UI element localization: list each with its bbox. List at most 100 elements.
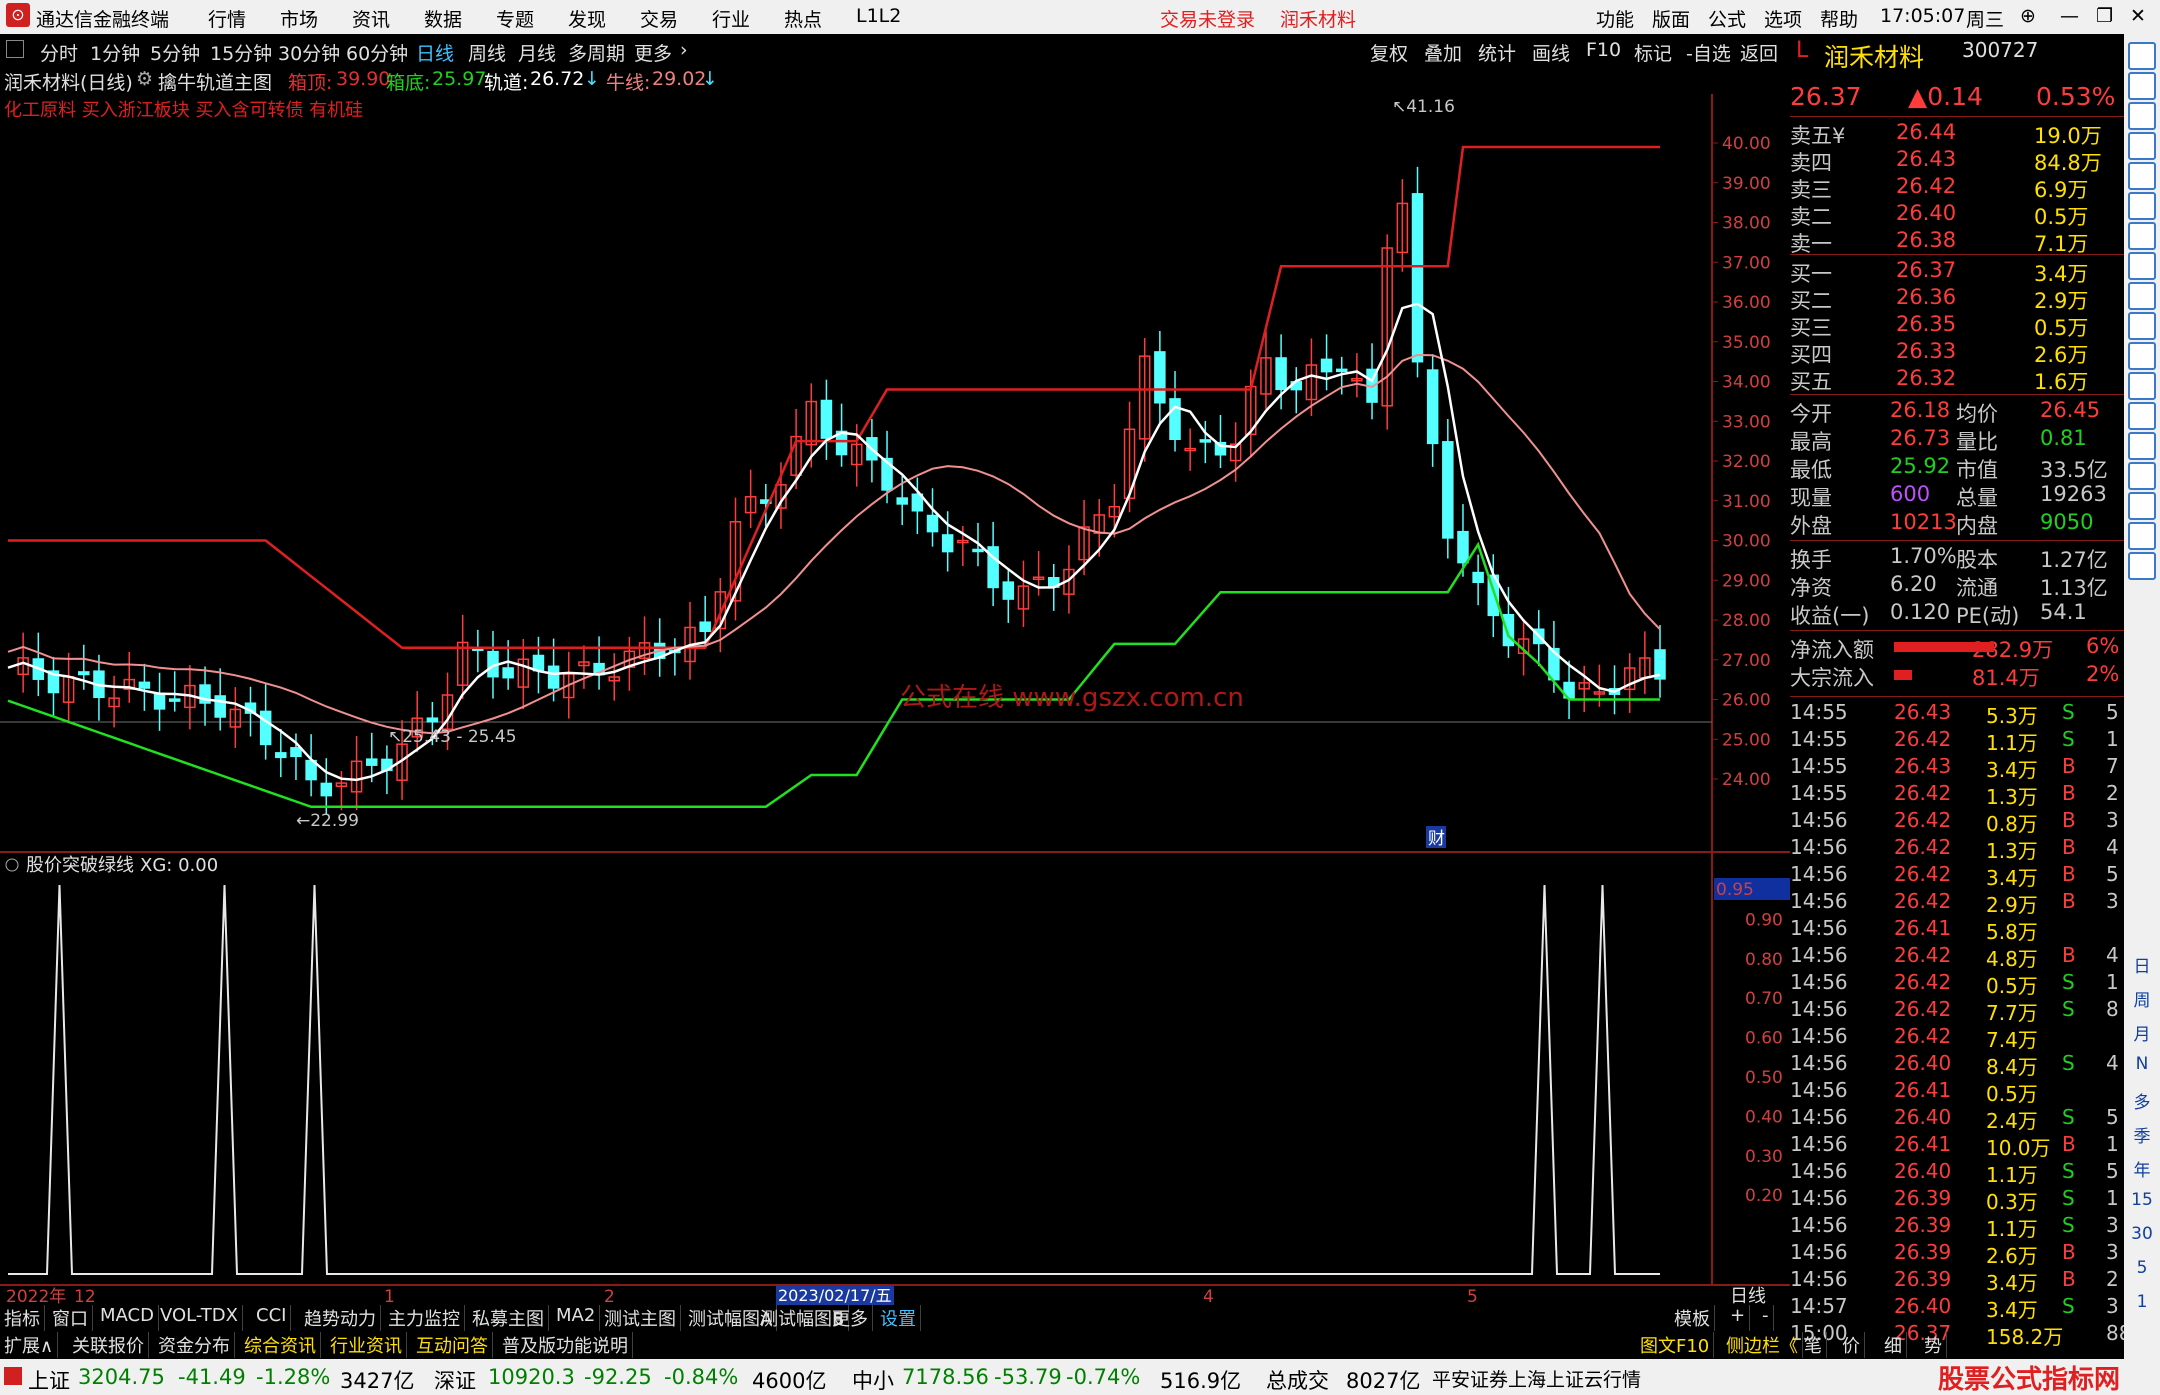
tick-row[interactable]: 14:56 26.40 1.1万 S 5 — [1790, 1159, 2124, 1187]
indicator-tab[interactable]: 更多 — [828, 1305, 873, 1331]
tick-row[interactable]: 14:55 26.43 5.3万 S 5 — [1790, 700, 2124, 728]
tick-row[interactable]: 14:56 26.40 8.4万 S 4 — [1790, 1051, 2124, 1079]
stat-row[interactable]: 现量 600 总量 19263 — [1790, 482, 2124, 510]
template-control[interactable]: 模板 — [1670, 1305, 1715, 1331]
tool-icon[interactable] — [2128, 72, 2156, 100]
stat2-row[interactable]: 收益(一) 0.120 PE(动) 54.1 — [1790, 600, 2124, 628]
period-shortcut[interactable]: 周 — [2124, 986, 2160, 1011]
bid-row[interactable]: 买二 26.36 2.9万 — [1790, 285, 2124, 313]
period-shortcut[interactable]: 月 — [2124, 1020, 2160, 1045]
tool-icon[interactable] — [2128, 552, 2156, 580]
f10-link[interactable]: 图文F10 — [1636, 1332, 1715, 1358]
indicator-tab[interactable]: 指标 — [0, 1305, 45, 1331]
tick-row[interactable]: 14:55 26.42 1.1万 S 1 — [1790, 727, 2124, 755]
tick-row[interactable]: 14:56 26.41 10.0万 B 1 — [1790, 1132, 2124, 1160]
indicator-tab[interactable]: 趋势动力 — [300, 1305, 381, 1331]
period-shortcut[interactable]: N — [2124, 1054, 2160, 1074]
tool-icon[interactable] — [2128, 282, 2156, 310]
tool-icon[interactable] — [2128, 162, 2156, 190]
stat-row[interactable]: 最高 26.73 量比 0.81 — [1790, 426, 2124, 454]
zx-label[interactable]: 中小 — [852, 1365, 894, 1395]
indicator-tab[interactable]: 私募主图 — [468, 1305, 549, 1331]
extension-tab[interactable]: 扩展∧ — [0, 1332, 59, 1358]
f10-link[interactable]: 细 — [1880, 1332, 1907, 1358]
tick-row[interactable]: 14:56 26.41 5.8万 — [1790, 916, 2124, 944]
indicator-tab[interactable]: 设置 — [876, 1305, 921, 1331]
period-shortcut[interactable]: 15 — [2124, 1190, 2160, 1210]
tool-icon[interactable] — [2128, 432, 2156, 460]
tick-row[interactable]: 14:56 26.40 2.4万 S 5 — [1790, 1105, 2124, 1133]
extension-tab[interactable]: 互动问答 — [412, 1332, 493, 1358]
tick-row[interactable]: 14:56 26.42 3.4万 B 5 — [1790, 862, 2124, 890]
tick-row[interactable]: 14:56 26.39 2.6万 B 3 — [1790, 1240, 2124, 1268]
tick-row[interactable]: 14:56 26.42 4.8万 B 4 — [1790, 943, 2124, 971]
extension-tab[interactable]: 资金分布 — [154, 1332, 235, 1358]
period-shortcut[interactable]: 30 — [2124, 1224, 2160, 1244]
tick-row[interactable]: 14:56 26.39 1.1万 S 3 — [1790, 1213, 2124, 1241]
ask-row[interactable]: 卖三 26.42 6.9万 — [1790, 174, 2124, 202]
extension-tab[interactable]: 关联报价 — [68, 1332, 149, 1358]
tick-row[interactable]: 14:55 26.43 3.4万 B 7 — [1790, 754, 2124, 782]
indicator-tab[interactable]: 主力监控 — [384, 1305, 465, 1331]
tick-row[interactable]: 14:56 26.41 0.5万 — [1790, 1078, 2124, 1106]
tool-icon[interactable] — [2128, 132, 2156, 160]
template-control[interactable]: + — [1726, 1305, 1751, 1331]
tool-icon[interactable] — [2128, 492, 2156, 520]
tool-icon[interactable] — [2128, 102, 2156, 130]
quote-header[interactable]: L 润禾材料 300727 — [1790, 38, 2124, 72]
tick-row[interactable]: 14:56 26.39 3.4万 B 2 — [1790, 1267, 2124, 1295]
period-shortcut[interactable]: 1 — [2124, 1292, 2160, 1312]
extension-tab[interactable]: 普及版功能说明 — [498, 1332, 633, 1358]
indicator-tab[interactable]: 窗口 — [48, 1305, 93, 1331]
tick-row[interactable]: 14:56 26.39 0.3万 S 1 — [1790, 1186, 2124, 1214]
indicator-tab[interactable]: MA2 — [552, 1305, 601, 1331]
extension-tab[interactable]: 行业资讯 — [326, 1332, 407, 1358]
bid-row[interactable]: 买五 26.32 1.6万 — [1790, 366, 2124, 394]
stat-row[interactable]: 今开 26.18 均价 26.45 — [1790, 398, 2124, 426]
tool-icon[interactable] — [2128, 402, 2156, 430]
tick-row[interactable]: 14:55 26.42 1.3万 B 2 — [1790, 781, 2124, 809]
ask-row[interactable]: 卖一 26.38 7.1万 — [1790, 228, 2124, 256]
tick-row[interactable]: 14:56 26.42 0.5万 S 1 — [1790, 970, 2124, 998]
tool-icon[interactable] — [2128, 312, 2156, 340]
tool-icon[interactable] — [2128, 462, 2156, 490]
period-shortcut[interactable]: 日 — [2124, 952, 2160, 977]
indicator-tab[interactable]: MACD — [96, 1305, 159, 1331]
flow-row[interactable]: 净流入额 282.9万 6% — [1790, 634, 2124, 662]
extension-tab[interactable]: 综合资讯 — [240, 1332, 321, 1358]
indicator-tab[interactable]: VOL-TDX — [156, 1305, 243, 1331]
f10-link[interactable]: 价 — [1838, 1332, 1865, 1358]
tool-icon[interactable] — [2128, 342, 2156, 370]
tool-icon[interactable] — [2128, 192, 2156, 220]
indicator-tab[interactable]: CCI — [252, 1305, 292, 1331]
ask-row[interactable]: 卖五¥ 26.44 19.0万 — [1790, 120, 2124, 148]
f10-link[interactable]: 笔 — [1800, 1332, 1827, 1358]
stat2-row[interactable]: 换手 1.70% 股本 1.27亿 — [1790, 544, 2124, 572]
stat2-row[interactable]: 净资 6.20 流通 1.13亿 — [1790, 572, 2124, 600]
period-shortcut[interactable]: 5 — [2124, 1258, 2160, 1278]
f10-link[interactable]: 侧边栏《 — [1722, 1332, 1803, 1358]
tool-icon[interactable] — [2128, 42, 2156, 70]
indicator-tab[interactable]: 测试主图 — [600, 1305, 681, 1331]
tool-icon[interactable] — [2128, 372, 2156, 400]
tick-row[interactable]: 14:56 26.42 7.7万 S 8 — [1790, 997, 2124, 1025]
sh-label[interactable]: 上证 — [28, 1365, 70, 1395]
flow-row[interactable]: 大宗流入 81.4万 2% — [1790, 662, 2124, 690]
tick-row[interactable]: 14:56 26.42 1.3万 B 4 — [1790, 835, 2124, 863]
tick-row[interactable]: 14:56 26.42 0.8万 B 3 — [1790, 808, 2124, 836]
tick-row[interactable]: 14:57 26.40 3.4万 S 3 — [1790, 1294, 2124, 1322]
ask-row[interactable]: 卖二 26.40 0.5万 — [1790, 201, 2124, 229]
tool-icon[interactable] — [2128, 222, 2156, 250]
quote-price[interactable]: 26.37 ▲0.14 0.53% — [1790, 82, 2124, 112]
period-shortcut[interactable]: 年 — [2124, 1156, 2160, 1181]
ask-row[interactable]: 卖四 26.43 84.8万 — [1790, 147, 2124, 175]
bid-row[interactable]: 买三 26.35 0.5万 — [1790, 312, 2124, 340]
bid-row[interactable]: 买一 26.37 3.4万 — [1790, 258, 2124, 286]
tool-icon[interactable] — [2128, 252, 2156, 280]
period-shortcut[interactable]: 多 — [2124, 1088, 2160, 1113]
stat-row[interactable]: 最低 25.92 市值 33.5亿 — [1790, 454, 2124, 482]
tick-row[interactable]: 14:56 26.42 2.9万 B 3 — [1790, 889, 2124, 917]
period-shortcut[interactable]: 季 — [2124, 1122, 2160, 1147]
sz-label[interactable]: 深证 — [434, 1365, 476, 1395]
f10-link[interactable]: 势 — [1920, 1332, 1947, 1358]
